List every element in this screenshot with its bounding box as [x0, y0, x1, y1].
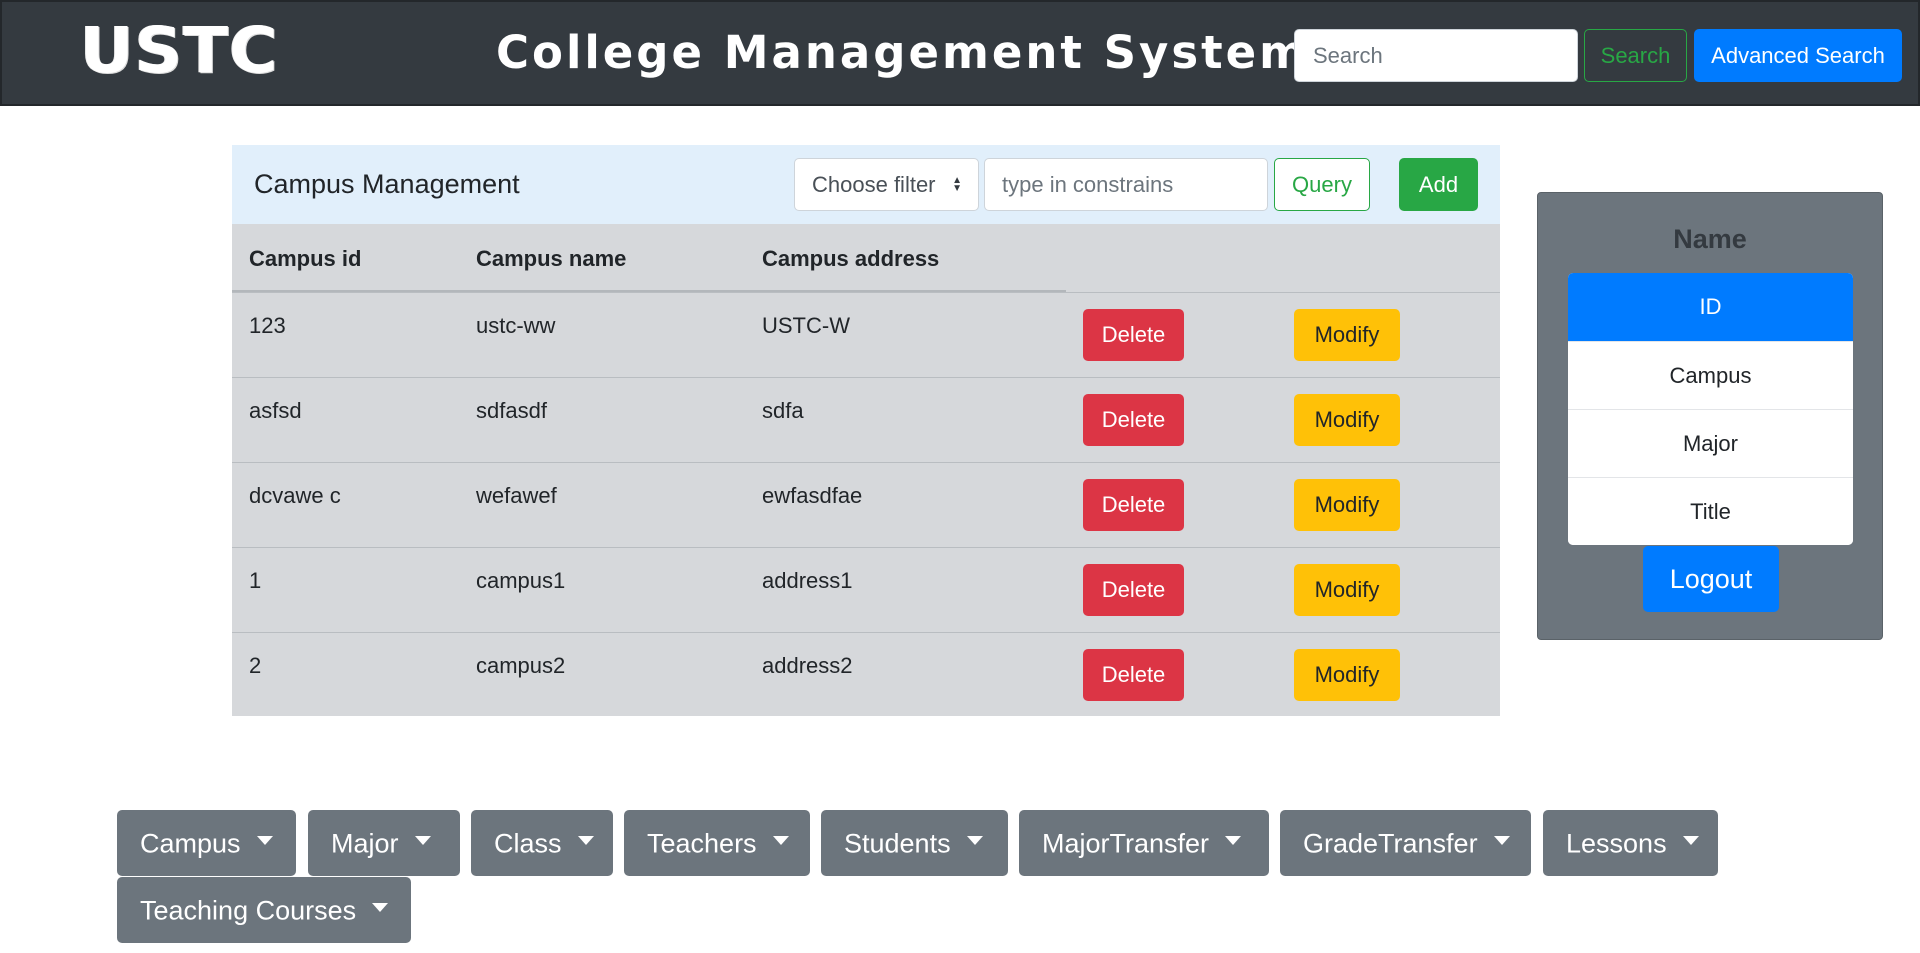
caret-down-icon: [577, 836, 594, 846]
cell-campus-id: 1: [249, 568, 262, 593]
cell-campus-address: address1: [762, 568, 853, 593]
list-item-campus[interactable]: Campus: [1568, 341, 1853, 409]
user-side-card: Name ID Campus Major Title Logout: [1537, 192, 1883, 640]
user-name-heading: Name: [1673, 224, 1747, 254]
logout-button[interactable]: Logout: [1643, 546, 1779, 612]
ustc-logo[interactable]: USTC: [80, 19, 279, 82]
app-title: College Management System: [496, 26, 1310, 79]
caret-down-icon: [1493, 836, 1510, 846]
cell-campus-address: address2: [762, 653, 853, 678]
menu-teachers-dropdown[interactable]: Teachers: [624, 810, 810, 876]
delete-button[interactable]: Delete: [1083, 649, 1184, 701]
constraint-input[interactable]: [984, 158, 1268, 211]
panel-header: Campus Management Choose filter ▲▼ Query…: [232, 145, 1500, 224]
menu-students-dropdown[interactable]: Students: [821, 810, 1008, 876]
menu-major-dropdown[interactable]: Major: [308, 810, 460, 876]
menu-label: Campus: [140, 828, 241, 859]
cell-campus-id: dcvawe c: [249, 483, 341, 508]
delete-button[interactable]: Delete: [1083, 564, 1184, 616]
select-updown-icon: ▲ ▼: [952, 175, 962, 194]
table-header-row: Campus id Campus name Campus address: [232, 224, 1500, 292]
caret-down-icon: [1682, 836, 1699, 846]
caret-down-icon: [414, 836, 431, 846]
modify-button[interactable]: Modify: [1294, 649, 1400, 701]
cell-campus-address: USTC-W: [762, 313, 850, 338]
caret-down-icon: [772, 836, 789, 846]
cell-campus-name: campus2: [476, 653, 566, 678]
table-row: asfsd sdfasdf sdfa Delete Modify: [232, 377, 1500, 462]
menu-label: Students: [844, 828, 951, 859]
caret-down-icon: [372, 903, 389, 913]
column-header-campus-id: Campus id: [249, 246, 362, 271]
menu-label: Teachers: [647, 828, 757, 859]
menu-label: GradeTransfer: [1303, 828, 1478, 859]
caret-down-icon: [1225, 836, 1242, 846]
table-row: 1 campus1 address1 Delete Modify: [232, 547, 1500, 632]
delete-button[interactable]: Delete: [1083, 309, 1184, 361]
cell-campus-name: campus1: [476, 568, 566, 593]
menu-class-dropdown[interactable]: Class: [471, 810, 613, 876]
menu-majortransfer-dropdown[interactable]: MajorTransfer: [1019, 810, 1269, 876]
column-header-campus-name: Campus name: [476, 246, 627, 271]
table-row: 123 ustc-ww USTC-W Delete Modify: [232, 292, 1500, 377]
cell-campus-name: ustc-ww: [476, 313, 556, 338]
column-header-campus-address: Campus address: [762, 246, 940, 271]
cell-campus-id: 2: [249, 653, 262, 678]
header-search-button[interactable]: Search: [1584, 29, 1687, 82]
modify-button[interactable]: Modify: [1294, 394, 1400, 446]
list-item-major[interactable]: Major: [1568, 409, 1853, 477]
menu-lessons-dropdown[interactable]: Lessons: [1543, 810, 1718, 876]
table-row: 2 campus2 address2 Delete Modify: [232, 632, 1500, 717]
menu-label: MajorTransfer: [1042, 828, 1210, 859]
menu-label: Lessons: [1566, 828, 1667, 859]
table-row: dcvawe c wefawef ewfasdfae Delete Modify: [232, 462, 1500, 547]
list-item-id[interactable]: ID: [1568, 273, 1853, 341]
filter-select-value: Choose filter: [812, 172, 936, 197]
navbar: USTC College Management System Search Ad…: [0, 0, 1920, 106]
modify-button[interactable]: Modify: [1294, 479, 1400, 531]
caret-down-icon: [966, 836, 983, 846]
campus-management-panel: Campus Management Choose filter ▲▼ Query…: [232, 145, 1500, 716]
menu-gradetransfer-dropdown[interactable]: GradeTransfer: [1280, 810, 1531, 876]
delete-button[interactable]: Delete: [1083, 479, 1184, 531]
modify-button[interactable]: Modify: [1294, 309, 1400, 361]
cell-campus-id: 123: [249, 313, 286, 338]
cell-campus-name: sdfasdf: [476, 398, 547, 423]
filter-select[interactable]: Choose filter ▲ ▼: [794, 158, 979, 211]
menu-campus-dropdown[interactable]: Campus: [117, 810, 296, 876]
menu-teaching-courses-dropdown[interactable]: Teaching Courses: [117, 877, 411, 943]
list-item-title[interactable]: Title: [1568, 477, 1853, 545]
advanced-search-button[interactable]: Advanced Search: [1694, 29, 1902, 82]
info-list: ID Campus Major Title: [1568, 273, 1853, 545]
delete-button[interactable]: Delete: [1083, 394, 1184, 446]
menu-label: Teaching Courses: [140, 895, 357, 926]
modify-button[interactable]: Modify: [1294, 564, 1400, 616]
cell-campus-address: sdfa: [762, 398, 804, 423]
menu-label: Class: [494, 828, 562, 859]
cell-campus-name: wefawef: [476, 483, 557, 508]
caret-down-icon: [256, 836, 273, 846]
panel-title: Campus Management: [254, 169, 520, 199]
cell-campus-address: ewfasdfae: [762, 483, 863, 508]
header-search-input[interactable]: [1294, 29, 1578, 82]
menu-label: Major: [331, 828, 399, 859]
add-button[interactable]: Add: [1399, 158, 1478, 211]
cell-campus-id: asfsd: [249, 398, 302, 423]
query-button[interactable]: Query: [1274, 158, 1370, 211]
